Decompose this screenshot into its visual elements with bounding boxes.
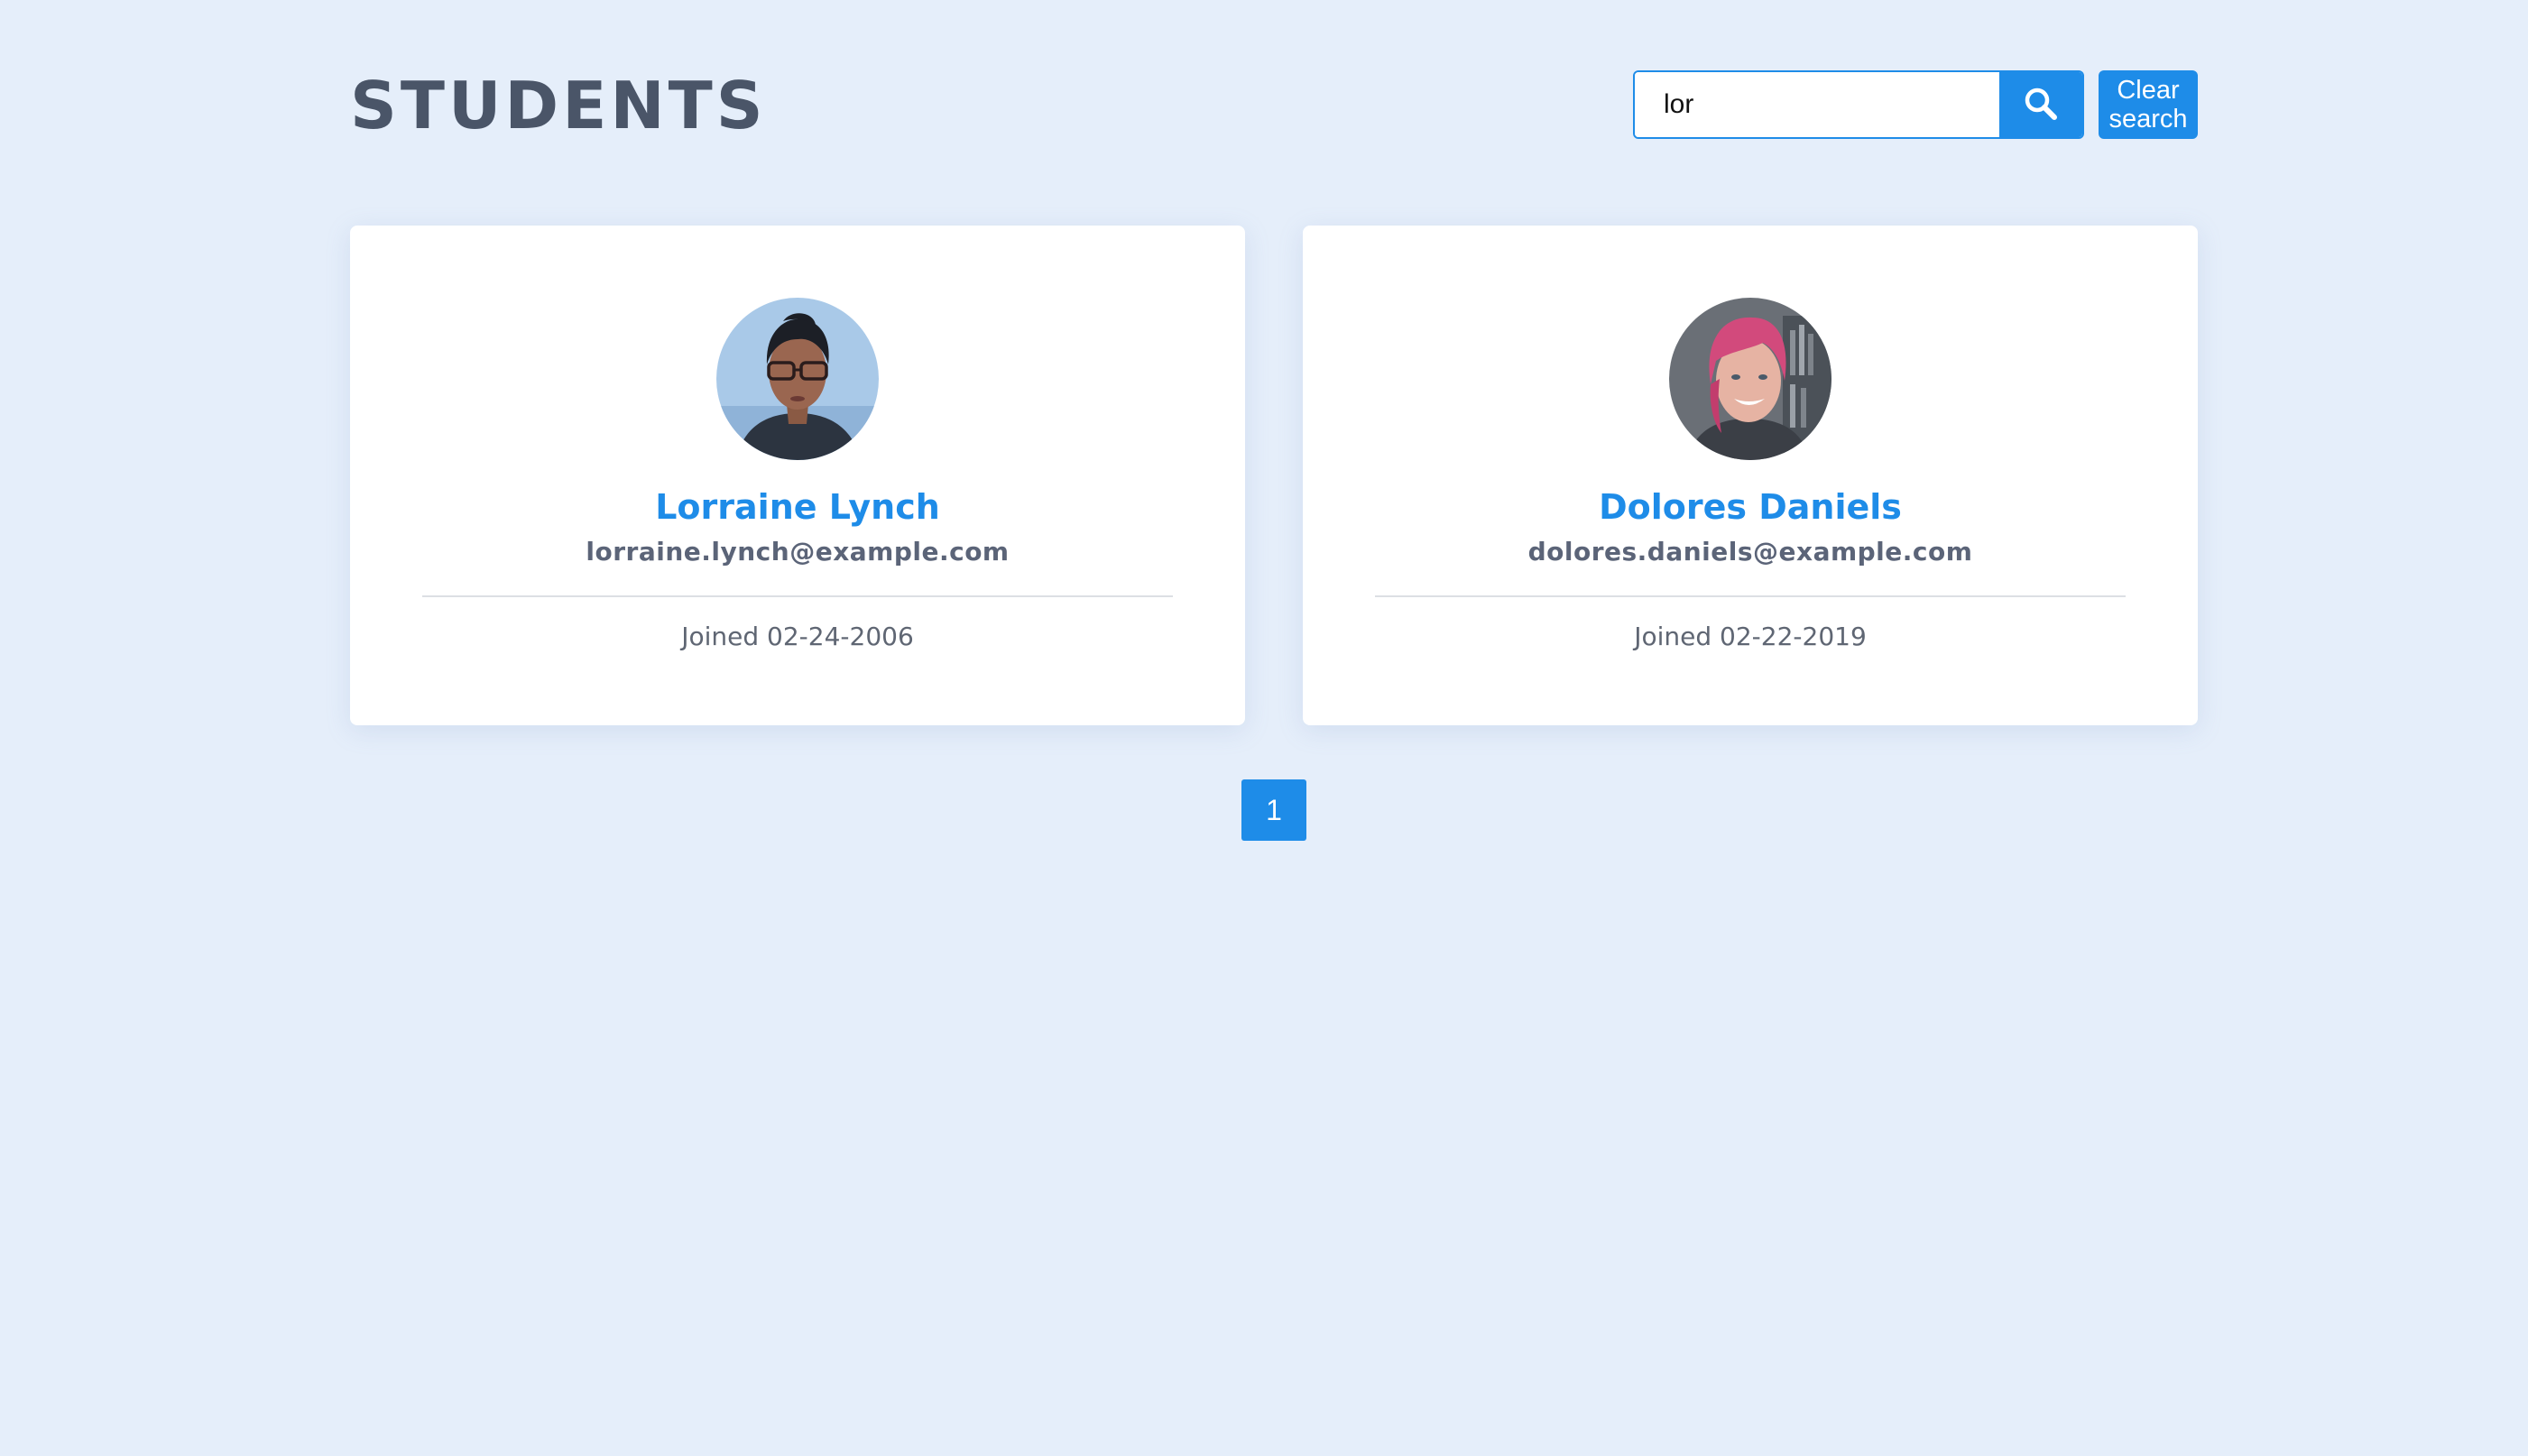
student-email: lorraine.lynch@example.com <box>586 537 1010 567</box>
student-card-grid: Lorraine Lynch lorraine.lynch@example.co… <box>350 226 2198 725</box>
search-button[interactable] <box>1999 72 2082 137</box>
page-header: STUDENTS Clear search <box>350 65 2198 146</box>
card-divider <box>1375 595 2126 597</box>
student-card: Lorraine Lynch lorraine.lynch@example.co… <box>350 226 1245 725</box>
avatar <box>716 298 879 460</box>
avatar <box>1669 298 1831 460</box>
page-title: STUDENTS <box>350 68 767 143</box>
card-divider <box>422 595 1173 597</box>
student-name[interactable]: Dolores Daniels <box>1599 485 1902 529</box>
search-icon <box>2023 86 2059 124</box>
clear-search-button[interactable]: Clear search <box>2099 70 2198 139</box>
student-name[interactable]: Lorraine Lynch <box>655 485 940 529</box>
search-input[interactable] <box>1635 72 1999 137</box>
student-email: dolores.daniels@example.com <box>1527 537 1973 567</box>
joined-date: Joined 02-24-2006 <box>681 622 914 651</box>
search-box <box>1633 70 2084 139</box>
search-area: Clear search <box>1633 70 2198 139</box>
pagination: 1 <box>1241 779 1306 841</box>
page-button-1[interactable]: 1 <box>1241 779 1306 841</box>
student-card: Dolores Daniels dolores.daniels@example.… <box>1303 226 2198 725</box>
joined-date: Joined 02-22-2019 <box>1634 622 1867 651</box>
